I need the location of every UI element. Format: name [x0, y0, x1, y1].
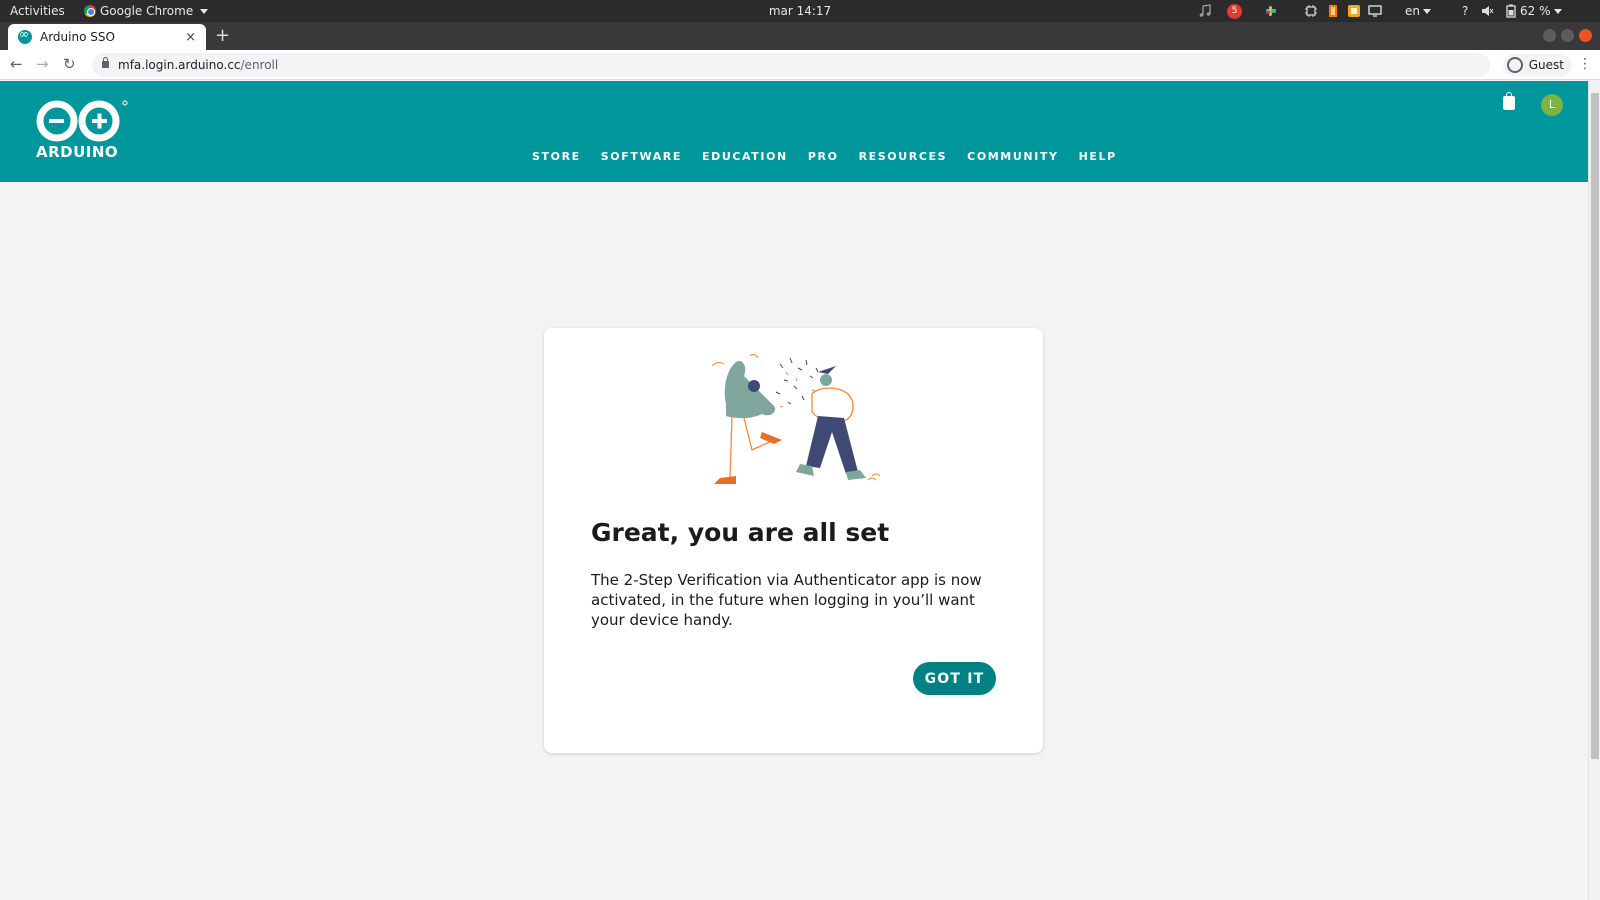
nav-community[interactable]: COMMUNITY — [967, 150, 1058, 163]
main-navigation: STORE SOFTWARE EDUCATION PRO RESOURCES C… — [532, 150, 1117, 163]
close-window-button[interactable] — [1579, 29, 1592, 42]
cpu-icon[interactable] — [1304, 4, 1318, 18]
minimize-button[interactable] — [1543, 29, 1556, 42]
profile-label: Guest — [1528, 58, 1564, 72]
celebration-illustration — [711, 353, 881, 484]
nav-software[interactable]: SOFTWARE — [601, 150, 682, 163]
arduino-favicon-icon — [18, 27, 32, 44]
lock-icon[interactable] — [102, 57, 109, 68]
tab-strip: Arduino SSO × — [0, 22, 1600, 50]
site-header: ARDUINO STORE SOFTWARE EDUCATION PRO RES… — [0, 81, 1588, 182]
window-controls — [1543, 29, 1592, 42]
success-title: Great, you are all set — [591, 518, 890, 547]
url-path: /enroll — [240, 58, 279, 72]
clipboard-icon[interactable] — [1347, 4, 1361, 18]
notification-badge[interactable]: 5 — [1227, 4, 1242, 19]
browser-tab-active[interactable]: Arduino SSO × — [8, 24, 206, 50]
maximize-button[interactable] — [1561, 29, 1574, 42]
nav-store[interactable]: STORE — [532, 150, 581, 163]
profile-avatar-icon — [1506, 57, 1523, 73]
battery-monitor-icon[interactable] — [1326, 4, 1340, 18]
language-selector[interactable]: en — [1405, 4, 1431, 18]
chevron-down-icon — [1423, 9, 1431, 14]
browser-menu-icon[interactable]: ⋮ — [1578, 56, 1592, 72]
battery-menu[interactable]: 62 % — [1520, 4, 1562, 18]
arduino-infinity-icon — [36, 100, 128, 142]
system-top-bar: Activities Google Chrome mar 14:17 5 en … — [0, 0, 1600, 22]
battery-percentage: 62 % — [1520, 4, 1551, 18]
slack-icon[interactable] — [1264, 4, 1278, 18]
url-host: mfa.login.arduino.cc — [118, 58, 241, 72]
success-message: The 2-Step Verification via Authenticato… — [591, 571, 982, 629]
close-tab-icon[interactable]: × — [185, 30, 196, 45]
scrollbar-thumb[interactable] — [1591, 93, 1599, 759]
got-it-button[interactable]: GOT IT — [913, 662, 996, 695]
user-avatar[interactable]: L — [1541, 94, 1563, 116]
mfa-success-card: Great, you are all set The 2-Step Verifi… — [544, 328, 1043, 753]
reload-icon[interactable]: ↻ — [63, 55, 76, 73]
nav-resources[interactable]: RESOURCES — [859, 150, 948, 163]
app-menu[interactable]: Google Chrome — [84, 4, 209, 18]
monitor-icon[interactable] — [1368, 4, 1382, 18]
page-viewport: ARDUINO STORE SOFTWARE EDUCATION PRO RES… — [0, 81, 1588, 900]
new-tab-button[interactable]: + — [215, 25, 230, 46]
chrome-icon — [84, 5, 96, 17]
chevron-down-icon — [200, 8, 209, 14]
back-arrow-icon[interactable]: ← — [10, 55, 23, 73]
battery-icon[interactable] — [1504, 4, 1518, 18]
volume-muted-icon[interactable] — [1480, 4, 1494, 18]
profile-button[interactable]: Guest — [1502, 54, 1572, 76]
language-label: en — [1405, 4, 1420, 18]
address-bar[interactable]: mfa.login.arduino.cc/enroll — [92, 53, 1490, 77]
nav-help[interactable]: HELP — [1079, 150, 1117, 163]
help-icon[interactable]: ? — [1462, 4, 1468, 18]
activities-button[interactable]: Activities — [10, 4, 65, 18]
brand-wordmark: ARDUINO — [36, 143, 119, 161]
shopping-bag-icon[interactable] — [1503, 92, 1515, 110]
arduino-logo[interactable]: ARDUINO — [33, 99, 129, 167]
nav-pro[interactable]: PRO — [808, 150, 839, 163]
chevron-down-icon — [1553, 9, 1562, 14]
app-menu-label: Google Chrome — [100, 4, 194, 18]
page-scrollbar[interactable] — [1588, 81, 1600, 900]
tab-title: Arduino SSO — [40, 30, 115, 44]
music-icon[interactable] — [1198, 4, 1212, 18]
nav-education[interactable]: EDUCATION — [702, 150, 788, 163]
forward-arrow-icon[interactable]: → — [36, 55, 49, 73]
browser-toolbar: ← → ↻ mfa.login.arduino.cc/enroll Guest … — [0, 50, 1600, 80]
